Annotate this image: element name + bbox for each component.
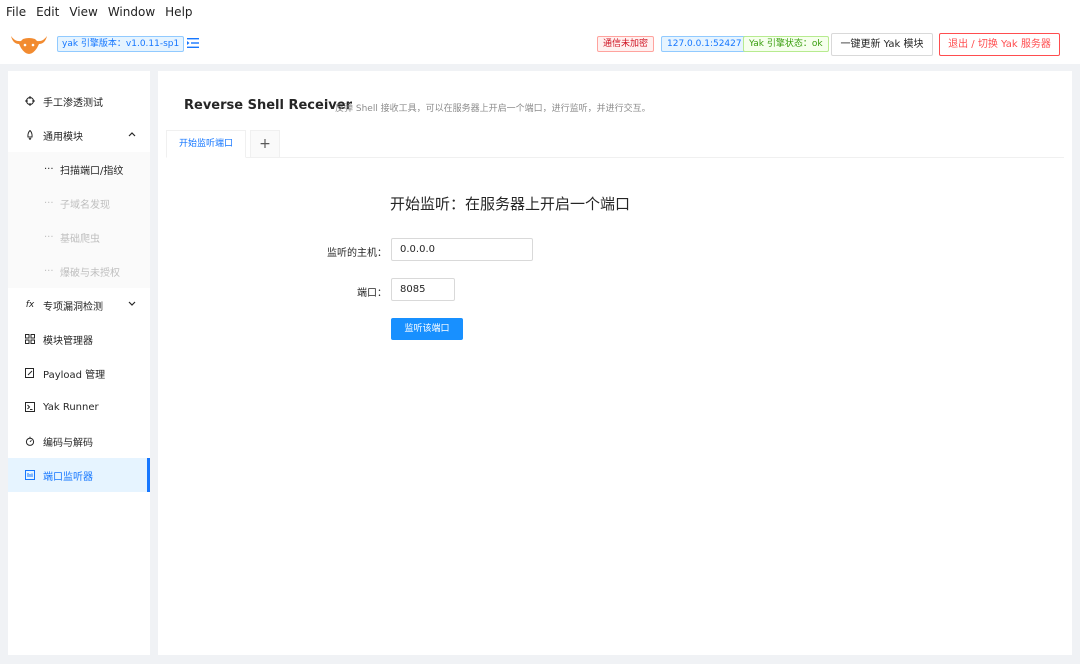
host-label: 监听的主机： [327, 248, 387, 259]
sidebar-item-label: Yak Runner [43, 401, 99, 413]
dots-icon: ··· [44, 163, 54, 175]
sidebar-item-label: 子域名发现 [60, 199, 110, 211]
sidebar-item-general-modules[interactable]: 通用模块 [8, 118, 150, 152]
function-icon: fx [25, 300, 35, 310]
sidebar-item-label: 专项漏洞检测 [43, 301, 103, 313]
listen-port-button[interactable]: 监听该端口 [391, 318, 463, 340]
exit-switch-server-button[interactable]: 退出 / 切换 Yak 服务器 [939, 33, 1060, 56]
menu-fold-icon[interactable] [186, 36, 200, 50]
tab-start-listening[interactable]: 开始监听端口 [166, 130, 246, 158]
host-input[interactable] [391, 238, 533, 261]
tab-bar: 开始监听端口 + [166, 130, 1064, 158]
menu-window[interactable]: Window [108, 5, 155, 19]
rocket-icon [25, 130, 35, 140]
engine-version-tag: yak 引擎版本：v1.0.11-sp1 [57, 36, 185, 52]
form-title: 开始监听：在服务器上开启一个端口 [390, 195, 631, 213]
monitor-icon [25, 470, 35, 480]
sidebar-item-label: 基础爬虫 [60, 233, 100, 245]
port-input[interactable] [391, 278, 455, 301]
app-header: yak 引擎版本：v1.0.11-sp1 通信未加密 127.0.0.1:524… [0, 24, 1080, 64]
engine-address-tag: 127.0.0.1:52427 [661, 36, 748, 52]
sidebar: 手工渗透测试 通用模块 ··· 扫描端口/指纹 ··· 子域名发现 ··· 基础… [8, 71, 150, 655]
engine-status-tag: Yak 引擎状态：ok [743, 36, 829, 52]
sidebar-item-label: 端口监听器 [43, 471, 93, 483]
add-tab-button[interactable]: + [250, 130, 280, 158]
page-description: 反弹 Shell 接收工具，可以在服务器上开启一个端口，进行监听，并进行交互。 [335, 104, 651, 114]
sidebar-subitem-port-scan[interactable]: ··· 扫描端口/指纹 [8, 152, 150, 186]
dots-icon: ··· [44, 197, 54, 209]
sidebar-item-yak-runner[interactable]: Yak Runner [8, 390, 150, 424]
sidebar-item-port-listener[interactable]: 端口监听器 [8, 458, 150, 492]
sidebar-subitem-bruteforce[interactable]: ··· 爆破与未授权 [8, 254, 150, 288]
sidebar-item-module-manager[interactable]: 模块管理器 [8, 322, 150, 356]
encryption-status-tag: 通信未加密 [597, 36, 655, 52]
update-modules-button[interactable]: 一键更新 Yak 模块 [831, 33, 933, 56]
sidebar-item-label: 模块管理器 [43, 335, 93, 347]
sidebar-item-label: 通用模块 [43, 131, 83, 143]
menu-view[interactable]: View [69, 5, 97, 19]
chevron-up-icon [128, 130, 136, 140]
sidebar-subitem-subdomain[interactable]: ··· 子域名发现 [8, 186, 150, 220]
chevron-down-icon [128, 300, 136, 310]
sidebar-item-payload-manager[interactable]: Payload 管理 [8, 356, 150, 390]
sidebar-subitem-crawler[interactable]: ··· 基础爬虫 [8, 220, 150, 254]
dots-icon: ··· [44, 231, 54, 243]
grid-icon [25, 334, 35, 344]
sidebar-item-label: 编码与解码 [43, 437, 93, 449]
menu-bar: File Edit View Window Help [0, 0, 1080, 24]
menu-file[interactable]: File [6, 5, 26, 19]
terminal-icon [25, 402, 35, 412]
sidebar-item-label: 手工渗透测试 [43, 97, 103, 109]
main-panel: Reverse Shell Receiver 反弹 Shell 接收工具，可以在… [158, 71, 1072, 655]
timer-icon [25, 436, 35, 446]
menu-help[interactable]: Help [165, 5, 192, 19]
sidebar-item-codec[interactable]: 编码与解码 [8, 424, 150, 458]
sidebar-item-manual-pentest[interactable]: 手工渗透测试 [8, 84, 150, 118]
crosshair-icon [25, 96, 35, 106]
page-title: Reverse Shell Receiver [184, 98, 352, 113]
port-label: 端口： [357, 288, 387, 299]
sidebar-item-label: 扫描端口/指纹 [60, 165, 124, 177]
sidebar-item-label: Payload 管理 [43, 369, 106, 381]
sidebar-item-label: 爆破与未授权 [60, 267, 120, 279]
sidebar-item-vuln-detection[interactable]: fx 专项漏洞检测 [8, 288, 150, 322]
file-edit-icon [25, 368, 35, 378]
yak-logo-icon [9, 32, 49, 56]
dots-icon: ··· [44, 265, 54, 277]
menu-edit[interactable]: Edit [36, 5, 59, 19]
